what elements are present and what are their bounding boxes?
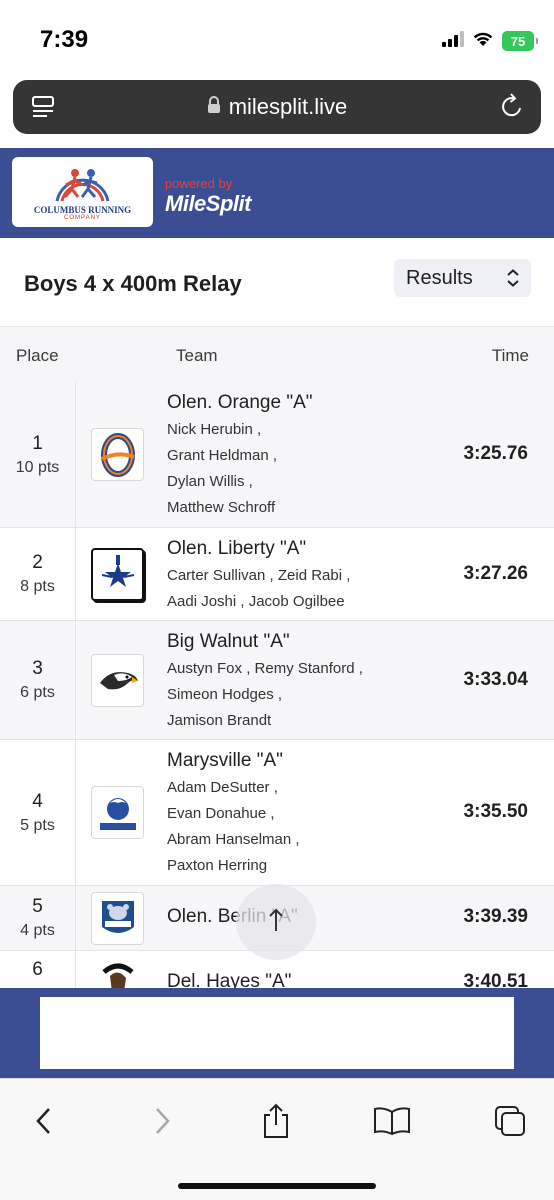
athlete-name[interactable]: Jamison Brandt bbox=[167, 708, 363, 734]
logo-line-2: COMPANY bbox=[64, 215, 101, 221]
team-name[interactable]: Olen. Liberty "A" bbox=[167, 538, 306, 560]
signal-icon bbox=[442, 30, 464, 52]
ad-banner bbox=[0, 988, 554, 1078]
berlin-bear-logo-icon bbox=[91, 892, 144, 945]
updown-chevron-icon bbox=[505, 268, 521, 293]
table-row[interactable]: 3 6 pts Big Walnut "A" Austyn Fox , Remy… bbox=[0, 621, 554, 740]
place-cell: 4 5 pts bbox=[0, 740, 76, 885]
scroll-to-top-button[interactable] bbox=[236, 884, 316, 960]
result-time: 3:25.76 bbox=[463, 443, 528, 464]
athlete-name[interactable]: Aadi Joshi , Jacob Ogilbee bbox=[167, 589, 350, 615]
result-time: 3:33.04 bbox=[463, 669, 528, 690]
liberty-star-logo-icon bbox=[91, 548, 144, 601]
tabs-button[interactable] bbox=[490, 1101, 530, 1141]
athlete-name[interactable]: Dylan Willis , bbox=[167, 469, 277, 495]
powered-by-text: powered by bbox=[165, 176, 233, 191]
place-points: 10 pts bbox=[15, 458, 60, 476]
place-cell: 2 8 pts bbox=[0, 528, 76, 620]
url-text: milesplit.live bbox=[228, 94, 348, 119]
athlete-list: Nick Herubin , Grant Heldman , Dylan Wil… bbox=[167, 417, 277, 521]
table-row[interactable]: 2 8 pts Olen. Liberty "A" Carter Sulliva… bbox=[0, 528, 554, 621]
athlete-name[interactable]: Nick Herubin , bbox=[167, 417, 277, 443]
bookmarks-button[interactable] bbox=[372, 1101, 412, 1141]
browser-chrome: milesplit.live bbox=[0, 78, 554, 148]
browser-toolbar bbox=[0, 1078, 554, 1200]
chevron-left-icon bbox=[36, 1108, 50, 1134]
home-indicator bbox=[178, 1183, 376, 1189]
tabs-icon bbox=[495, 1106, 525, 1136]
place-number: 3 bbox=[32, 658, 43, 679]
place-number: 2 bbox=[32, 552, 43, 573]
book-icon bbox=[374, 1107, 410, 1136]
eagle-logo-icon bbox=[91, 654, 144, 707]
wifi-icon bbox=[472, 30, 494, 52]
columbus-running-logo[interactable]: COLUMBUS RUNNING COMPANY bbox=[12, 157, 153, 227]
place-points: 5 pts bbox=[20, 816, 55, 834]
share-icon bbox=[264, 1103, 288, 1138]
reload-icon[interactable] bbox=[499, 92, 525, 125]
arrow-up-icon bbox=[266, 907, 286, 938]
share-button[interactable] bbox=[256, 1101, 296, 1141]
athlete-name[interactable]: Adam DeSutter , bbox=[167, 775, 300, 801]
address-bar[interactable]: milesplit.live bbox=[13, 80, 541, 134]
status-time: 7:39 bbox=[40, 26, 89, 53]
team-name[interactable]: Olen. Orange "A" bbox=[167, 392, 313, 414]
place-points: 4 pts bbox=[20, 922, 55, 939]
header-time: Time bbox=[491, 346, 529, 365]
athlete-name[interactable]: Austyn Fox , Remy Stanford , bbox=[167, 656, 363, 682]
athlete-list: Carter Sullivan , Zeid Rabi , Aadi Joshi… bbox=[167, 563, 350, 615]
url-display[interactable]: milesplit.live bbox=[13, 94, 541, 120]
result-time: 3:39.39 bbox=[463, 906, 528, 927]
status-icons: 75 bbox=[442, 30, 538, 52]
view-select[interactable]: Results bbox=[394, 259, 531, 297]
athlete-list: Austyn Fox , Remy Stanford , Simeon Hodg… bbox=[167, 656, 363, 734]
status-bar: 7:39 75 bbox=[0, 0, 554, 78]
place-points: 6 pts bbox=[20, 684, 55, 701]
forward-button[interactable] bbox=[142, 1101, 182, 1141]
logo-line-1: COLUMBUS RUNNING bbox=[33, 205, 132, 215]
orange-o-logo-icon bbox=[91, 428, 144, 481]
table-row[interactable]: 4 5 pts Marysville "A" Adam DeSutter , E… bbox=[0, 740, 554, 886]
athlete-list: Adam DeSutter , Evan Donahue , Abram Han… bbox=[167, 775, 300, 879]
ad-slot[interactable] bbox=[40, 997, 514, 1069]
athlete-name[interactable]: Grant Heldman , bbox=[167, 443, 277, 469]
event-header: Boys 4 x 400m Relay Results bbox=[0, 238, 554, 326]
place-points: 8 pts bbox=[20, 578, 55, 595]
place-cell: 5 4 pts bbox=[0, 886, 76, 950]
event-title: Boys 4 x 400m Relay bbox=[24, 271, 242, 296]
milesplit-logo[interactable]: MileSplit bbox=[165, 191, 251, 217]
monarchs-logo-icon bbox=[91, 786, 144, 839]
results-table-header: Place Team Time bbox=[0, 326, 554, 382]
place-cell: 3 6 pts bbox=[0, 621, 76, 739]
chevron-right-icon bbox=[156, 1108, 170, 1134]
athlete-name[interactable]: Carter Sullivan , Zeid Rabi , bbox=[167, 563, 350, 589]
result-time: 3:35.50 bbox=[463, 801, 528, 822]
place-cell: 1 10 pts bbox=[0, 382, 76, 527]
battery-icon: 75 bbox=[502, 31, 538, 51]
athlete-name[interactable]: Evan Donahue , bbox=[167, 801, 300, 827]
place-number: 5 bbox=[32, 896, 43, 917]
lock-icon bbox=[207, 94, 221, 120]
place-number: 6 bbox=[32, 959, 43, 980]
view-select-value: Results bbox=[406, 267, 473, 289]
athlete-name[interactable]: Paxton Herring bbox=[167, 853, 300, 879]
result-time: 3:27.26 bbox=[463, 563, 528, 584]
athlete-name[interactable]: Simeon Hodges , bbox=[167, 682, 363, 708]
table-row[interactable]: 1 10 pts Olen. Orange "A" Nick Herubin ,… bbox=[0, 382, 554, 528]
runners-logo-icon bbox=[55, 169, 110, 202]
athlete-name[interactable]: Abram Hanselman , bbox=[167, 827, 300, 853]
athlete-name[interactable]: Matthew Schroff bbox=[167, 495, 277, 521]
header-team: Team bbox=[176, 346, 218, 365]
team-name[interactable]: Big Walnut "A" bbox=[167, 631, 290, 653]
meet-header-banner: COLUMBUS RUNNING COMPANY powered by Mile… bbox=[0, 148, 554, 238]
header-place: Place bbox=[16, 346, 59, 365]
back-button[interactable] bbox=[24, 1101, 64, 1141]
place-number: 1 bbox=[32, 432, 43, 454]
team-name[interactable]: Marysville "A" bbox=[167, 750, 283, 772]
place-number: 4 bbox=[32, 790, 43, 812]
